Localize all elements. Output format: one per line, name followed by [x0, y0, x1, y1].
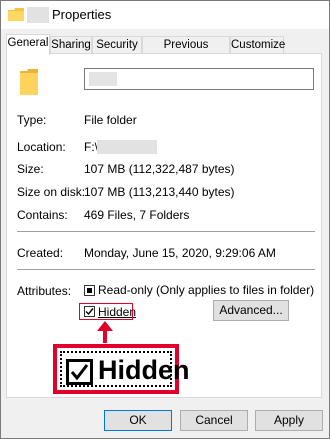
ok-button[interactable]: OK: [104, 410, 172, 431]
created-value: Monday, June 15, 2020, 9:29:06 AM: [84, 246, 276, 260]
location-value: F:\: [84, 140, 98, 154]
checkmark-icon: [70, 364, 89, 381]
contains-label: Contains:: [17, 208, 68, 222]
zoom-callout: Hidden: [53, 344, 190, 394]
created-label: Created:: [17, 246, 64, 260]
location-label: Location:: [17, 140, 66, 154]
tab-strip: General Sharing Security Previous Versio…: [6, 34, 322, 67]
attributes-label: Attributes:: [17, 284, 72, 298]
cancel-button[interactable]: Cancel: [180, 410, 248, 431]
folder-icon-large: [20, 69, 38, 95]
hidden-highlight-box: [79, 303, 133, 320]
folder-icon: [8, 8, 24, 21]
arrow-shaft: [103, 330, 107, 343]
size-label: Size:: [17, 162, 44, 176]
tab-previous-versions[interactable]: Previous Versions: [142, 36, 230, 67]
zoom-checkbox: [66, 359, 93, 385]
type-value: File folder: [84, 113, 137, 127]
contains-value: 469 Files, 7 Folders: [84, 208, 190, 222]
separator: [17, 231, 315, 232]
separator: [17, 269, 315, 270]
tab-general[interactable]: General: [6, 34, 50, 55]
type-label: Type:: [17, 113, 47, 127]
apply-button[interactable]: Apply: [255, 410, 323, 431]
tab-security[interactable]: Security: [92, 36, 142, 54]
redacted-name: [27, 7, 49, 23]
size-on-disk-value: 107 MB (113,213,440 bytes): [84, 185, 235, 199]
readonly-checkbox[interactable]: [84, 285, 95, 296]
zoom-hidden-label: Hidden: [98, 355, 190, 385]
window-title: Properties: [52, 7, 112, 22]
zoom-focus-rect: Hidden: [60, 351, 190, 387]
redacted-location: [97, 140, 157, 154]
redacted-name: [89, 72, 117, 86]
tab-customize[interactable]: Customize: [230, 36, 285, 54]
size-value: 107 MB (112,322,487 bytes): [84, 162, 235, 176]
folder-name-input[interactable]: [84, 68, 314, 90]
size-on-disk-label: Size on disk:: [17, 185, 86, 199]
tab-sharing[interactable]: Sharing: [50, 36, 92, 54]
readonly-label[interactable]: Read-only (Only applies to files in fold…: [98, 283, 314, 297]
title-bar: Properties: [1, 1, 329, 29]
advanced-button[interactable]: Advanced...: [213, 300, 289, 321]
